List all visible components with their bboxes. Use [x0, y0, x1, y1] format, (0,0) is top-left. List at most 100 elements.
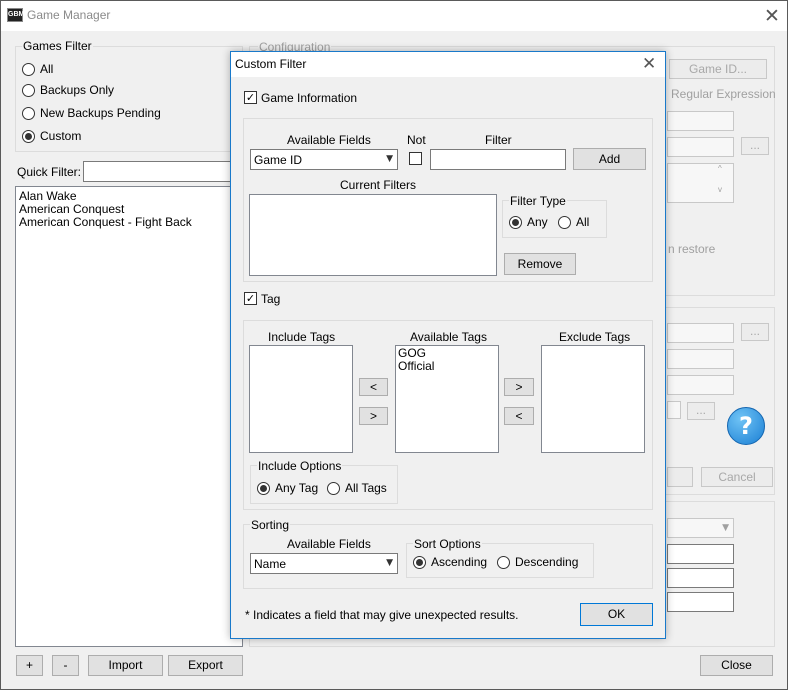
sort-options-legend: Sort Options — [413, 537, 482, 551]
available-tags-list[interactable]: GOG Official — [395, 345, 499, 453]
chevron-down-icon: ▼ — [386, 558, 393, 568]
games-filter-group: Games Filter All Backups Only New Backup… — [15, 39, 243, 152]
config-field[interactable] — [667, 544, 734, 564]
radio-custom-label: Custom — [40, 129, 82, 143]
radio-ascending[interactable] — [413, 556, 426, 569]
quick-filter-input[interactable] — [83, 161, 241, 182]
radio-all-tags[interactable] — [327, 482, 340, 495]
browse-button[interactable]: ... — [741, 323, 769, 341]
available-fields-value: Game ID — [254, 153, 303, 167]
radio-all[interactable] — [22, 63, 35, 76]
radio-new-backups-pending[interactable] — [22, 107, 35, 120]
move-tag-right-button[interactable]: > — [359, 407, 388, 425]
remove-filter-button[interactable]: Remove — [504, 253, 576, 275]
sort-field-value: Name — [254, 557, 287, 571]
radio-custom[interactable] — [22, 130, 35, 143]
move-tag-left-button[interactable]: < — [359, 378, 388, 396]
add-game-button[interactable]: + — [16, 655, 43, 676]
config-field[interactable] — [667, 401, 681, 419]
config-field[interactable] — [667, 137, 734, 157]
list-item[interactable]: Official — [398, 360, 496, 373]
chevron-down-icon: ▼ — [722, 523, 729, 533]
custom-filter-dialog: Custom Filter ✕ ✓ Game Information Avail… — [230, 51, 666, 639]
not-checkbox[interactable] — [409, 152, 422, 165]
game-information-label: Game Information — [261, 91, 358, 105]
radio-descending[interactable] — [497, 556, 510, 569]
include-tags-label: Include Tags — [268, 330, 336, 344]
chevron-down-icon: ▼ — [386, 154, 393, 164]
radio-backups-only[interactable] — [22, 84, 35, 97]
help-icon[interactable]: ? — [727, 407, 765, 445]
not-label: Not — [407, 133, 426, 147]
current-filters-label: Current Filters — [340, 178, 417, 192]
dialog-title: Custom Filter — [235, 57, 307, 71]
include-options-group: Include Options Any Tag All Tags — [250, 459, 398, 504]
radio-filter-all-label: All — [576, 215, 590, 229]
sorting-available-fields-label: Available Fields — [287, 537, 371, 551]
config-field[interactable] — [667, 568, 734, 588]
tag-label: Tag — [261, 292, 281, 306]
move-to-exclude-button[interactable]: > — [504, 378, 534, 396]
dialog-title-bar: Custom Filter ✕ — [231, 52, 665, 77]
footnote-text: * Indicates a field that may give unexpe… — [245, 608, 519, 622]
close-icon[interactable]: ✕ — [642, 55, 656, 73]
filter-input[interactable] — [430, 149, 566, 170]
radio-any-tag[interactable] — [257, 482, 270, 495]
config-field[interactable] — [667, 375, 734, 395]
include-tags-list[interactable] — [249, 345, 353, 453]
add-filter-button[interactable]: Add — [573, 148, 646, 170]
close-icon[interactable]: ✕ — [764, 7, 780, 26]
config-field[interactable] — [667, 323, 734, 343]
export-button[interactable]: Export — [168, 655, 243, 676]
config-field[interactable] — [667, 349, 734, 369]
exclude-tags-label: Exclude Tags — [559, 330, 631, 344]
cancel-button[interactable]: Cancel — [701, 467, 773, 487]
ok-button[interactable]: OK — [580, 603, 653, 626]
tag-checkbox[interactable]: ✓ — [244, 292, 257, 305]
include-options-legend: Include Options — [257, 459, 343, 473]
games-list[interactable]: Alan Wake American Conquest American Con… — [15, 186, 243, 647]
game-id-button[interactable]: Game ID... — [669, 59, 767, 79]
available-fields-dropdown[interactable]: Game ID ▼ — [250, 149, 398, 170]
config-field[interactable] — [667, 592, 734, 612]
config-field[interactable] — [667, 111, 734, 131]
config-button[interactable] — [667, 467, 693, 487]
radio-filter-all[interactable] — [558, 216, 571, 229]
app-icon: GBM — [7, 8, 24, 22]
sort-options-group: Sort Options Ascending Descending — [406, 537, 594, 578]
title-bar: GBM Game Manager ✕ — [1, 1, 787, 31]
config-notes[interactable] — [667, 163, 734, 203]
radio-all-tags-label: All Tags — [345, 481, 387, 495]
config-dropdown[interactable]: ▼ — [667, 518, 734, 538]
filter-type-group: Filter Type Any All — [502, 194, 607, 238]
regular-expression-label: Regular Expression — [671, 87, 776, 101]
radio-any-tag-label: Any Tag — [275, 481, 319, 495]
available-tags-label: Available Tags — [410, 330, 487, 344]
radio-all-label: All — [40, 62, 54, 76]
radio-filter-any[interactable] — [509, 216, 522, 229]
sort-field-dropdown[interactable]: Name ▼ — [250, 553, 398, 574]
remove-game-button[interactable]: - — [52, 655, 79, 676]
scroll-up-icon[interactable]: ^ — [718, 164, 722, 173]
move-from-exclude-button[interactable]: < — [504, 407, 534, 425]
list-item[interactable]: American Conquest - Fight Back — [19, 216, 239, 229]
window-title: Game Manager — [27, 8, 111, 22]
game-information-checkbox[interactable]: ✓ — [244, 91, 257, 104]
browse-button[interactable]: ... — [687, 402, 715, 420]
import-button[interactable]: Import — [88, 655, 163, 676]
radio-filter-any-label: Any — [527, 215, 548, 229]
close-button[interactable]: Close — [700, 655, 773, 676]
sorting-legend: Sorting — [250, 518, 291, 532]
radio-descending-label: Descending — [515, 555, 579, 569]
radio-backups-only-label: Backups Only — [40, 83, 115, 97]
browse-button[interactable]: ... — [741, 137, 769, 155]
current-filters-list[interactable] — [249, 194, 497, 276]
exclude-tags-list[interactable] — [541, 345, 645, 453]
scroll-down-icon[interactable]: v — [718, 185, 722, 194]
radio-ascending-label: Ascending — [431, 555, 488, 569]
games-filter-legend: Games Filter — [22, 39, 93, 53]
available-fields-label: Available Fields — [287, 133, 371, 147]
radio-new-backups-pending-label: New Backups Pending — [40, 106, 161, 120]
restore-text: n restore — [668, 242, 716, 256]
filter-label: Filter — [485, 133, 512, 147]
